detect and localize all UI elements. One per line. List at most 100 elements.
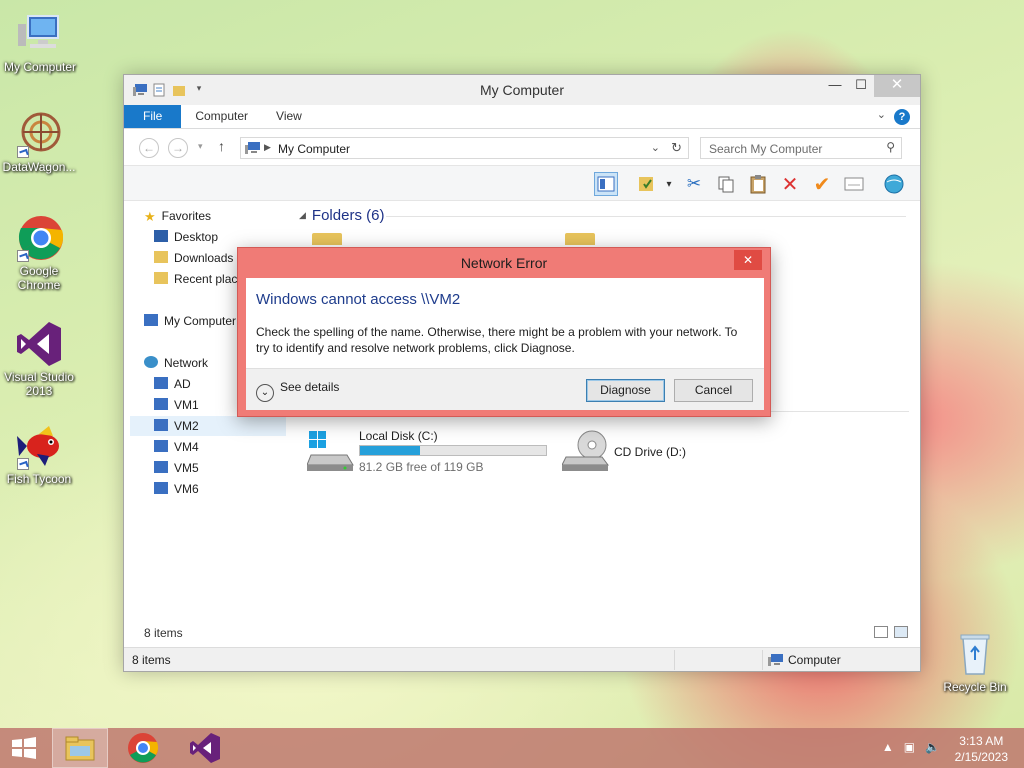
network-globe-icon[interactable]	[882, 172, 906, 196]
cancel-button[interactable]: Cancel	[674, 379, 753, 402]
tab-view[interactable]: View	[262, 105, 316, 128]
address-bar[interactable]: ▶ My Computer ⌄ ↻	[240, 137, 689, 159]
computer-small-icon	[154, 482, 168, 494]
dialog-body: Windows cannot access \\VM2 Check the sp…	[246, 278, 764, 410]
dropdown-icon[interactable]: ▾	[657, 172, 681, 196]
folders-group-header[interactable]: ◢ Folders (6)	[299, 207, 384, 224]
nav-label: Network	[164, 356, 209, 370]
computer-icon	[16, 10, 64, 58]
desktop-folder-icon	[154, 230, 168, 242]
address-row: ← → ▾ ↑ ▶ My Computer ⌄ ↻ Search My Comp…	[124, 129, 920, 165]
taskbar-visual-studio[interactable]	[177, 728, 233, 768]
expand-ribbon-icon[interactable]: ⌄	[877, 108, 886, 121]
desktop-icon-my-computer[interactable]: My Computer	[0, 10, 80, 74]
folders-header-label: Folders (6)	[311, 207, 385, 224]
desktop-icon-fish-tycoon[interactable]: Fish Tycoon	[0, 422, 79, 486]
maximize-button[interactable]: ☐	[848, 75, 874, 97]
close-button[interactable]: ✕	[874, 75, 920, 97]
computer-small-icon	[245, 142, 260, 154]
nav-label: Downloads	[174, 251, 234, 265]
drive-usage-bar	[359, 445, 547, 456]
command-toolbar: ▾ ✂ ✕ ✔	[124, 165, 920, 201]
show-hidden-icons-icon[interactable]: ▲	[882, 740, 894, 754]
computer-small-icon	[154, 461, 168, 473]
preview-pane-icon[interactable]	[594, 172, 618, 196]
drive-usage-fill	[360, 446, 420, 455]
nav-favorites[interactable]: ★ Favorites	[144, 206, 211, 226]
back-button[interactable]: ←	[139, 138, 159, 158]
nav-desktop[interactable]: Desktop	[154, 227, 218, 247]
chevron-down-icon[interactable]: ⌄	[256, 384, 274, 402]
desktop-icon-datawagon[interactable]: DataWagon...	[0, 110, 79, 174]
nav-host-vm4[interactable]: VM4	[154, 437, 199, 457]
email-icon[interactable]	[842, 172, 866, 196]
clock-date: 2/15/2023	[954, 750, 1008, 764]
shortcut-arrow-icon	[17, 250, 29, 262]
computer-small-icon	[768, 654, 783, 666]
network-error-dialog[interactable]: Network Error ✕ Windows cannot access \\…	[237, 247, 771, 417]
nav-label: My Computer	[164, 314, 237, 328]
forward-button[interactable]: →	[168, 138, 188, 158]
refresh-icon[interactable]: ↻	[671, 140, 682, 156]
windows-logo-icon	[12, 737, 36, 759]
recent-locations-icon[interactable]: ▾	[198, 141, 203, 152]
drive-name: Local Disk (C:)	[359, 429, 438, 443]
paste-icon[interactable]	[746, 172, 770, 196]
collapse-icon[interactable]: ◢	[299, 210, 306, 220]
folder-icon[interactable]	[565, 233, 595, 245]
nav-label: VM2	[174, 419, 199, 433]
visual-studio-icon	[15, 320, 63, 368]
desktop-icon-google-chrome[interactable]: Google Chrome	[0, 214, 79, 292]
cut-icon[interactable]: ✂	[682, 172, 706, 196]
tab-computer[interactable]: Computer	[181, 105, 262, 128]
details-view-icon[interactable]	[874, 626, 888, 638]
fish-tycoon-icon	[15, 422, 63, 470]
start-button[interactable]	[0, 728, 48, 768]
taskbar-chrome[interactable]	[115, 728, 171, 768]
network-tray-icon[interactable]: ▣	[904, 740, 915, 754]
taskbar-file-explorer[interactable]	[52, 728, 108, 768]
nav-host-ad[interactable]: AD	[154, 374, 191, 394]
up-arrow-icon[interactable]: ↑	[218, 138, 225, 154]
status-item-count: 8 items	[132, 653, 171, 667]
nav-host-vm5[interactable]: VM5	[154, 458, 199, 478]
large-icons-view-icon[interactable]	[894, 626, 908, 638]
dialog-footer: ⌄ See details Diagnose Cancel	[246, 368, 764, 410]
folder-icon[interactable]	[312, 233, 342, 245]
file-explorer-icon	[65, 736, 95, 761]
address-path[interactable]: My Computer	[278, 142, 350, 156]
desktop-icon-label: Recycle Bin	[943, 680, 1007, 694]
help-icon[interactable]: ?	[894, 109, 910, 125]
window-title: My Computer	[479, 82, 565, 98]
desktop-icon-visual-studio[interactable]: Visual Studio 2013	[0, 320, 79, 398]
nav-label: VM4	[174, 440, 199, 454]
breadcrumb-separator-icon[interactable]: ▶	[264, 142, 271, 153]
see-details-toggle[interactable]: ⌄ See details	[256, 380, 339, 402]
desktop-icon-recycle-bin[interactable]: Recycle Bin	[935, 630, 1015, 694]
shortcut-arrow-icon	[17, 458, 29, 470]
search-icon[interactable]: ⚲	[886, 140, 895, 154]
diagnose-button[interactable]: Diagnose	[586, 379, 665, 402]
drive-free-space: 81.2 GB free of 119 GB	[359, 460, 484, 474]
nav-host-vm2[interactable]: VM2	[130, 416, 286, 436]
nav-host-vm1[interactable]: VM1	[154, 395, 199, 415]
minimize-button[interactable]: —	[822, 75, 848, 97]
clock[interactable]: 3:13 AM 2/15/2023	[955, 733, 1008, 765]
desktop-icon-label: Google Chrome	[17, 264, 61, 292]
properties-toolbar-icon[interactable]	[634, 172, 658, 196]
address-dropdown-icon[interactable]: ⌄	[651, 141, 660, 154]
title-bar[interactable]: ▾ My Computer — ☐ ✕	[124, 75, 920, 105]
delete-icon[interactable]: ✕	[778, 172, 802, 196]
volume-icon[interactable]: 🔈	[925, 740, 940, 754]
dialog-title: Network Error	[460, 255, 548, 271]
nav-network[interactable]: Network	[144, 353, 208, 373]
desktop-icon-label: My Computer	[3, 60, 77, 74]
dialog-close-button[interactable]: ✕	[734, 250, 762, 270]
rename-check-icon[interactable]: ✔	[810, 172, 834, 196]
drive-cd-d[interactable]: CD Drive (D:)	[562, 429, 722, 479]
copy-icon[interactable]	[714, 172, 738, 196]
drive-local-disk-c[interactable]: Local Disk (C:) 81.2 GB free of 119 GB	[307, 429, 557, 479]
tab-file[interactable]: File	[124, 105, 182, 128]
search-box[interactable]: Search My Computer ⚲	[700, 137, 902, 159]
nav-host-vm6[interactable]: VM6	[154, 479, 199, 499]
